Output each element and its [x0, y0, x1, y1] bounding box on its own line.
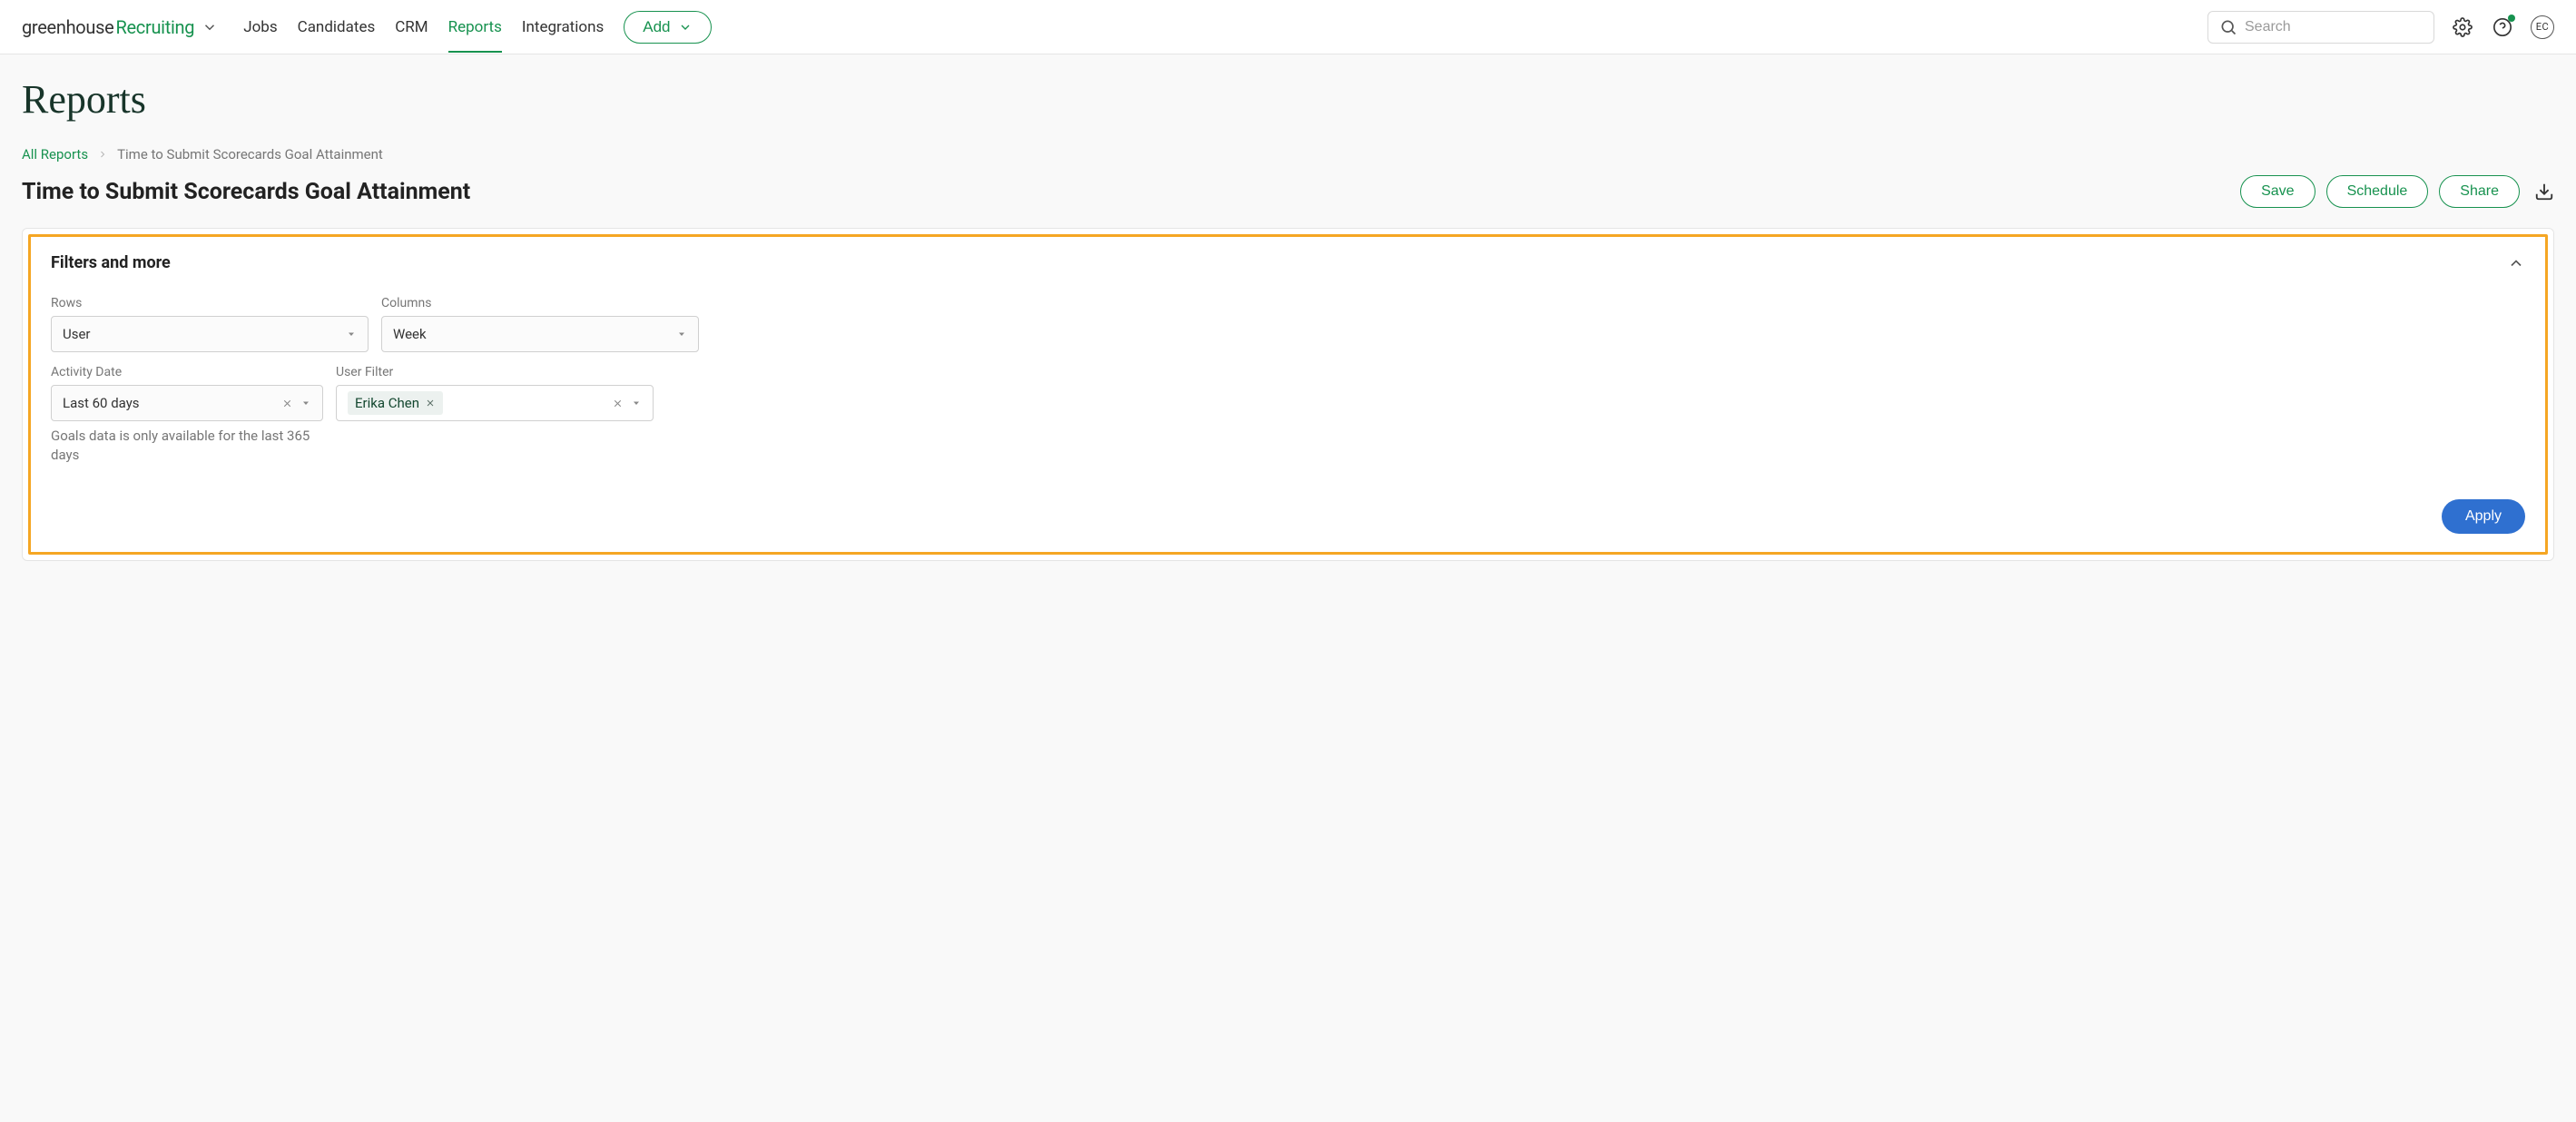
apply-button[interactable]: Apply: [2442, 499, 2525, 534]
clear-icon[interactable]: [612, 398, 624, 409]
filters-header[interactable]: Filters and more: [51, 253, 2525, 272]
search-input[interactable]: [2245, 19, 2433, 35]
rows-value: User: [63, 326, 91, 342]
gear-icon: [2453, 17, 2473, 37]
brand-part2: Recruiting: [115, 16, 194, 38]
nav-jobs[interactable]: Jobs: [243, 2, 277, 53]
report-header: Time to Submit Scorecards Goal Attainmen…: [22, 175, 2554, 208]
apply-row: Apply: [51, 499, 2525, 534]
nav-integrations[interactable]: Integrations: [522, 2, 604, 53]
chip-remove-icon[interactable]: [425, 398, 436, 408]
caret-down-icon: [300, 398, 311, 408]
clear-icon[interactable]: [281, 398, 293, 409]
filters-row-2: Activity Date Last 60 days Goals dat: [51, 365, 2525, 465]
schedule-button[interactable]: Schedule: [2326, 175, 2429, 208]
caret-down-icon: [676, 329, 687, 340]
filters-card: Filters and more Rows User Columns: [28, 234, 2548, 555]
rows-field: Rows User: [51, 296, 369, 352]
chevron-down-icon: [678, 20, 693, 34]
nav-candidates[interactable]: Candidates: [298, 2, 376, 53]
columns-label: Columns: [381, 296, 699, 310]
report-actions: Save Schedule Share: [2240, 175, 2554, 208]
chevron-down-icon: [202, 19, 218, 35]
brand-logo: greenhouse Recruiting: [22, 16, 194, 38]
caret-down-icon: [346, 329, 357, 340]
filters-title: Filters and more: [51, 253, 171, 272]
breadcrumb-root[interactable]: All Reports: [22, 146, 88, 162]
primary-nav: Jobs Candidates CRM Reports Integrations: [243, 2, 604, 53]
columns-value: Week: [393, 326, 427, 342]
share-button[interactable]: Share: [2439, 175, 2520, 208]
save-button[interactable]: Save: [2240, 175, 2315, 208]
help-button[interactable]: [2491, 15, 2514, 39]
download-button[interactable]: [2534, 182, 2554, 202]
avatar-initials: EC: [2536, 21, 2549, 33]
rows-label: Rows: [51, 296, 369, 310]
settings-button[interactable]: [2451, 15, 2474, 39]
search-icon: [2219, 18, 2237, 36]
user-avatar[interactable]: EC: [2531, 15, 2554, 39]
breadcrumb: All Reports Time to Submit Scorecards Go…: [22, 146, 2554, 162]
page-title: Reports: [22, 76, 2554, 123]
user-filter-label: User Filter: [336, 365, 654, 379]
user-filter-chip: Erika Chen: [348, 391, 443, 415]
topbar: greenhouse Recruiting Jobs Candidates CR…: [0, 0, 2576, 54]
caret-down-icon: [631, 398, 642, 408]
brand-switcher[interactable]: greenhouse Recruiting: [22, 16, 218, 38]
activity-date-field: Activity Date Last 60 days Goals dat: [51, 365, 323, 465]
filters-row-1: Rows User Columns Week: [51, 296, 2525, 352]
nav-reports[interactable]: Reports: [448, 2, 502, 53]
activity-date-select[interactable]: Last 60 days: [51, 385, 323, 421]
notification-dot: [2508, 15, 2515, 22]
activity-date-value: Last 60 days: [63, 395, 140, 411]
download-icon: [2534, 182, 2554, 202]
add-button[interactable]: Add: [624, 11, 711, 44]
breadcrumb-current: Time to Submit Scorecards Goal Attainmen…: [117, 146, 383, 162]
columns-field: Columns Week: [381, 296, 699, 352]
chevron-right-icon: [97, 149, 108, 160]
user-filter-select[interactable]: Erika Chen: [336, 385, 654, 421]
user-filter-field: User Filter Erika Chen: [336, 365, 654, 465]
page-body: Reports All Reports Time to Submit Score…: [0, 54, 2576, 1122]
search-field[interactable]: [2207, 11, 2434, 44]
columns-select[interactable]: Week: [381, 316, 699, 352]
chevron-up-icon: [2507, 254, 2525, 272]
user-filter-chip-label: Erika Chen: [355, 395, 419, 411]
add-button-label: Add: [643, 18, 670, 36]
brand-part1: greenhouse: [22, 16, 113, 38]
filters-panel: Filters and more Rows User Columns: [22, 228, 2554, 561]
rows-select[interactable]: User: [51, 316, 369, 352]
nav-crm[interactable]: CRM: [395, 2, 428, 53]
activity-helper-text: Goals data is only available for the las…: [51, 427, 323, 465]
report-title: Time to Submit Scorecards Goal Attainmen…: [22, 179, 470, 205]
topbar-right: EC: [2207, 11, 2554, 44]
activity-date-label: Activity Date: [51, 365, 323, 379]
